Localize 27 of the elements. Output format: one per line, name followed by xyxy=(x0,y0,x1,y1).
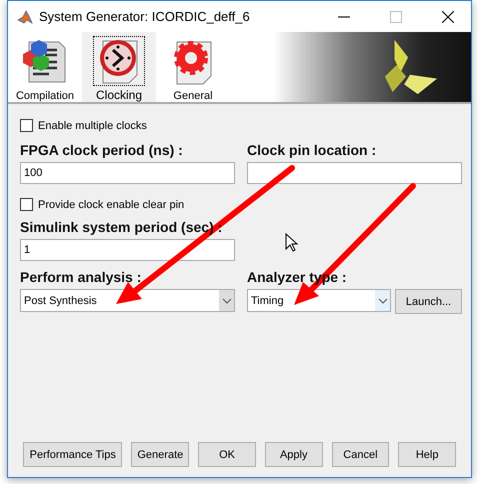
checkbox[interactable] xyxy=(20,198,33,211)
dialog-button[interactable]: Generate xyxy=(131,442,190,467)
launch-button[interactable]: Launch... xyxy=(395,289,462,314)
checkbox-label: Provide clock enable clear pin xyxy=(38,198,184,210)
checkbox[interactable] xyxy=(20,119,33,132)
dialog-button[interactable]: Help xyxy=(398,442,456,467)
tab[interactable]: Clocking xyxy=(82,32,156,102)
close-icon[interactable] xyxy=(442,10,454,22)
dialog-button[interactable]: Cancel xyxy=(332,442,390,467)
caret-icon xyxy=(378,298,388,304)
dialog-button[interactable]: Performance Tips xyxy=(23,442,122,467)
input-field[interactable] xyxy=(247,162,462,184)
dropdown[interactable]: Timing xyxy=(247,289,391,312)
caret-icon xyxy=(222,298,232,304)
cursor-icon xyxy=(286,232,298,252)
dialog-button[interactable]: OK xyxy=(198,442,256,467)
checkbox-label: Enable multiple clocks xyxy=(38,120,147,132)
input-field[interactable]: 1 xyxy=(20,239,235,261)
app-icon xyxy=(17,8,33,24)
window-title: System Generator: ICORDIC_deff_6 xyxy=(39,9,250,24)
field-label: FPGA clock period (ns) : xyxy=(20,142,183,158)
field-label: Clock pin location : xyxy=(247,142,376,158)
dropdown[interactable]: Post Synthesis xyxy=(20,289,235,312)
input-field[interactable]: 100 xyxy=(20,162,235,184)
dialog-button[interactable]: Apply xyxy=(264,442,323,467)
field-label: Perform analysis : xyxy=(20,269,142,285)
field-label: Simulink system period (sec) : xyxy=(20,219,222,235)
